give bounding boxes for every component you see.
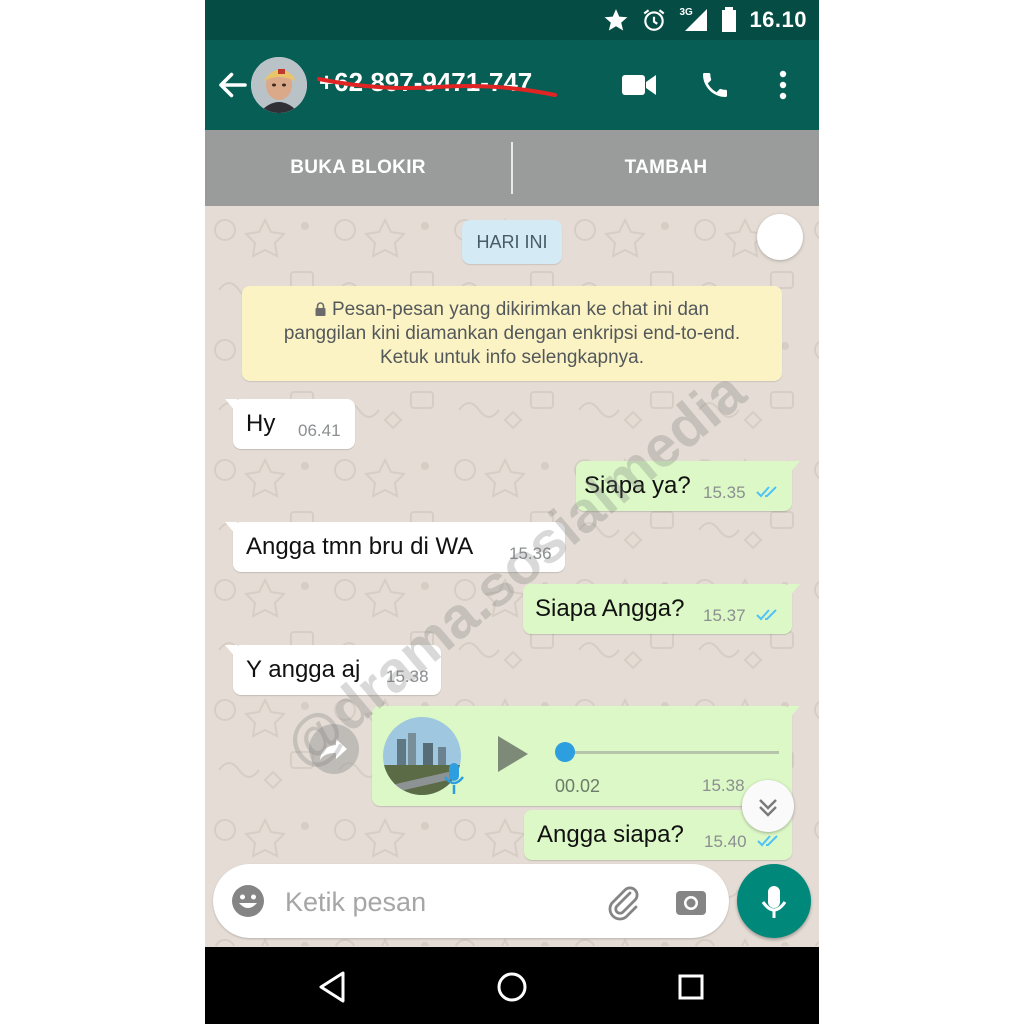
system-navigation-bar (205, 947, 819, 1024)
phone-screen: 3G 16.10 +62 897-9471-747 BUKA BLOKIR TA… (205, 0, 819, 1024)
notice-line-2: panggilan kini diamankan dengan enkripsi… (283, 323, 741, 344)
bubble-tail (225, 399, 237, 413)
bubble-tail (225, 522, 237, 536)
message-text: Angga siapa? (537, 821, 684, 848)
encryption-notice[interactable]: Pesan-pesan yang dikirimkan ke chat ini … (242, 286, 782, 381)
voice-progress-knob[interactable] (555, 742, 575, 762)
emoji-icon[interactable] (229, 882, 267, 920)
message-time: 15.37 (703, 606, 746, 625)
attachment-icon[interactable] (603, 882, 643, 922)
message-time: 15.38 (386, 667, 429, 686)
double-tick-icon (756, 609, 777, 621)
chat-area[interactable]: HARI INI Pesan-pesan yang dikirimkan ke … (205, 206, 819, 946)
status-icons: 3G 16.10 (603, 0, 807, 40)
message-bubble-outgoing[interactable]: Siapa Angga? 15.37 (523, 584, 800, 634)
bubble-tail (225, 645, 237, 659)
message-text: Siapa ya? (584, 472, 691, 499)
forward-button[interactable] (309, 724, 359, 774)
unblock-button[interactable]: BUKA BLOKIR (205, 130, 511, 206)
bubble-tail (788, 461, 800, 475)
home-circle-icon[interactable] (492, 967, 532, 1007)
record-voice-button[interactable] (737, 864, 811, 938)
voice-call-button[interactable] (695, 65, 735, 105)
signal-icon: 3G (679, 7, 709, 33)
message-time: 15.36 (509, 544, 552, 563)
message-composer (213, 864, 729, 938)
mic-icon (444, 763, 464, 794)
message-bubble-outgoing[interactable]: Siapa ya? 15.35 (576, 461, 800, 511)
double-tick-icon (757, 835, 778, 847)
message-text: Angga tmn bru di WA (246, 533, 474, 560)
contact-name[interactable]: +62 897-9471-747 (319, 67, 532, 98)
lock-icon (315, 302, 326, 316)
message-bubble-incoming[interactable]: Angga tmn bru di WA 15.36 (225, 522, 565, 572)
chat-header: +62 897-9471-747 (205, 40, 819, 130)
message-time: 15.38 (702, 776, 745, 795)
date-chip: HARI INI (462, 220, 562, 264)
message-bubble-incoming[interactable]: Y angga aj 15.38 (225, 645, 441, 695)
more-vert-icon (779, 70, 787, 100)
message-text: Hy (246, 410, 276, 437)
star-icon (605, 9, 628, 31)
alarm-icon (644, 9, 665, 31)
bubble-tail (788, 584, 800, 598)
message-text: Siapa Angga? (535, 595, 685, 622)
message-time: 06.41 (298, 421, 341, 440)
video-call-button[interactable] (619, 65, 659, 105)
scroll-indicator (757, 214, 803, 260)
status-bar: 3G 16.10 (205, 0, 819, 40)
voice-duration: 00.02 (555, 776, 601, 796)
notice-line-3: Ketuk untuk info selengkapnya. (379, 347, 645, 368)
more-options-button[interactable] (763, 65, 803, 105)
voice-progress-track[interactable] (557, 751, 779, 754)
forward-icon (320, 739, 347, 760)
back-arrow-icon[interactable] (215, 67, 251, 103)
play-icon[interactable] (490, 732, 534, 776)
chevron-double-down-icon (759, 799, 777, 817)
message-time: 15.35 (703, 483, 746, 502)
message-text: Y angga aj (246, 656, 361, 683)
double-tick-icon (756, 486, 777, 498)
message-input[interactable] (283, 878, 587, 926)
scroll-to-bottom-button[interactable] (742, 780, 794, 832)
contact-avatar[interactable] (251, 57, 307, 113)
phone-call-icon (703, 73, 727, 97)
notice-line-1: Pesan-pesan yang dikirimkan ke chat ini … (331, 299, 710, 320)
add-contact-button[interactable]: TAMBAH (513, 130, 819, 206)
message-time: 15.40 (704, 832, 747, 851)
video-call-icon (622, 75, 656, 95)
battery-icon (722, 7, 737, 32)
message-bubble-incoming[interactable]: Hy 06.41 (225, 399, 355, 449)
voice-message-bubble[interactable]: 00.02 15.38 (372, 706, 800, 806)
back-triangle-icon[interactable] (313, 967, 353, 1007)
status-time: 16.10 (749, 7, 807, 32)
camera-icon[interactable] (671, 882, 711, 922)
blocked-contact-bar: BUKA BLOKIR TAMBAH (205, 130, 819, 206)
mic-icon (761, 886, 787, 918)
bubble-tail (788, 706, 800, 720)
recents-square-icon[interactable] (671, 967, 711, 1007)
